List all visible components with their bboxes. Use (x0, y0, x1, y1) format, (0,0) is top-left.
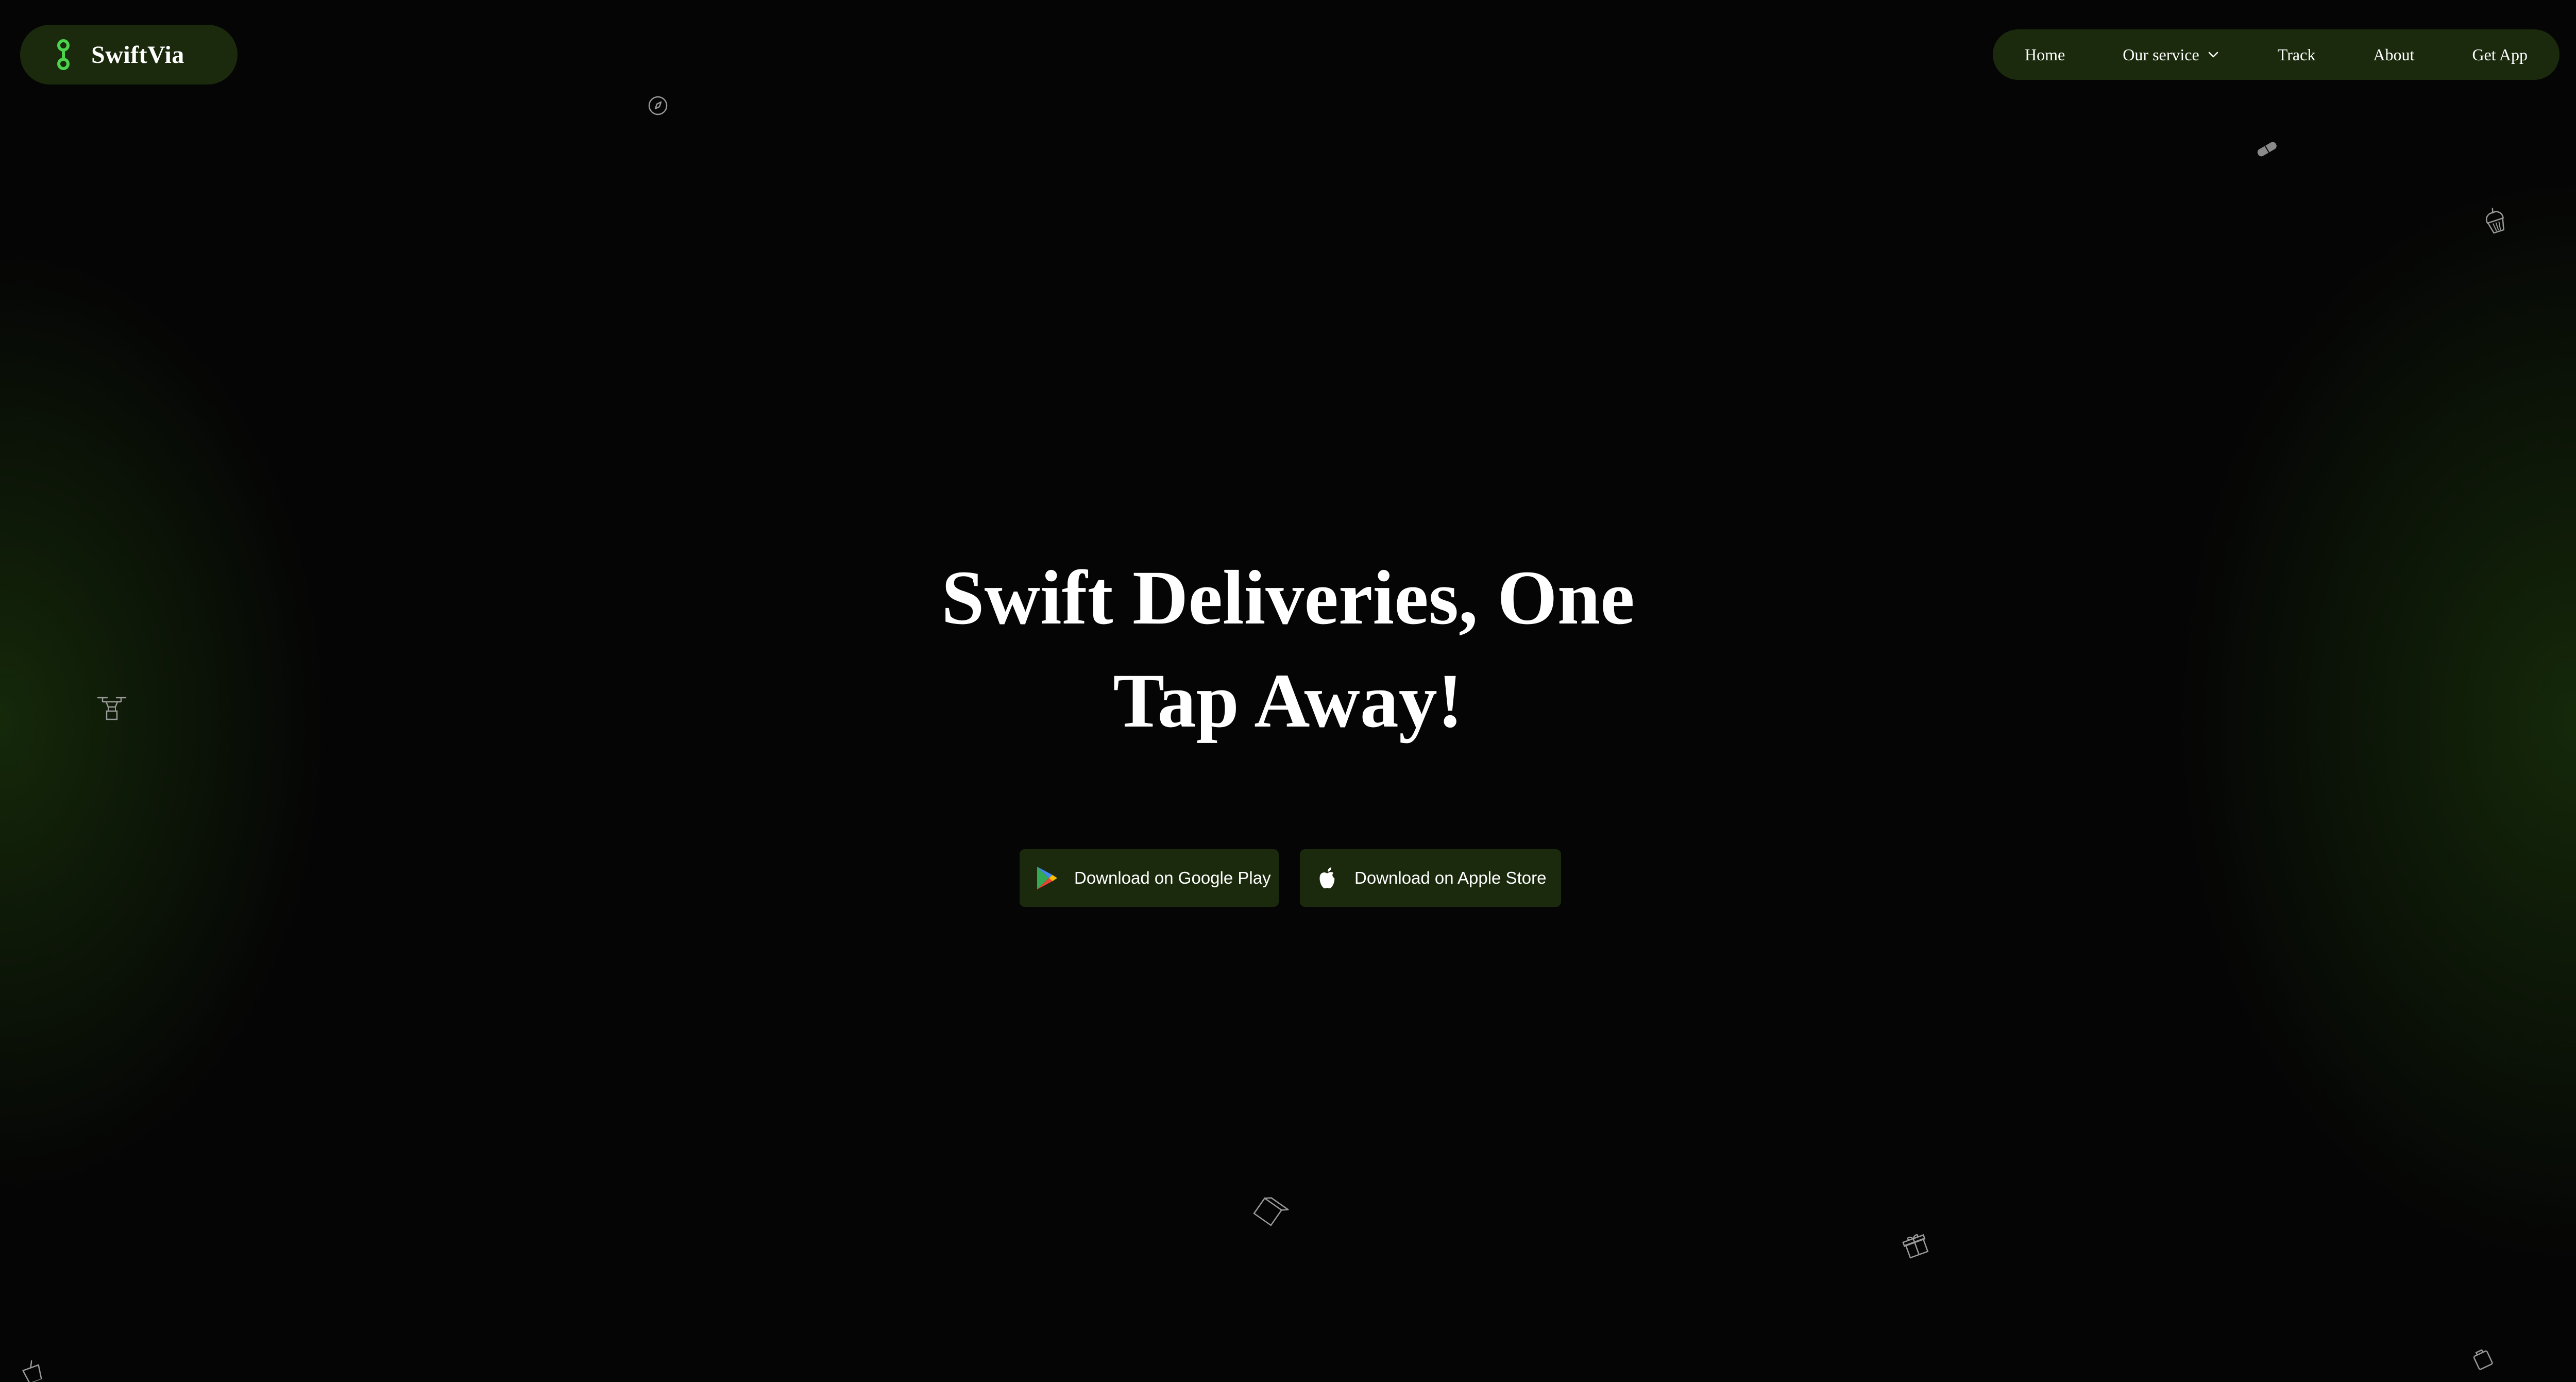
brand-logo-link[interactable]: SwiftVia (20, 25, 238, 85)
google-play-download-button[interactable]: Download on Google Play (1020, 849, 1279, 907)
hero-title-line-1: Swift Deliveries, One (941, 555, 1635, 641)
google-play-button-label: Download on Google Play (1074, 868, 1271, 887)
cup-icon (18, 1360, 46, 1382)
hero-title: Swift Deliveries, One Tap Away! (773, 546, 1803, 752)
apple-store-button-label: Download on Apple Store (1354, 868, 1547, 887)
bag-icon (2468, 1344, 2497, 1373)
cupcake-icon (2481, 205, 2510, 238)
nav-item-label: About (2373, 45, 2415, 64)
nav-item-label: Our service (2123, 45, 2199, 64)
brand-name: SwiftVia (91, 41, 184, 69)
pill-icon (2253, 137, 2280, 161)
apple-icon (1319, 867, 1335, 888)
apple-store-download-button[interactable]: Download on Apple Store (1300, 849, 1561, 907)
drone-icon (94, 693, 130, 726)
hero-title-line-2: Tap Away! (1113, 658, 1463, 744)
gift-icon (1900, 1229, 1931, 1260)
chevron-down-icon (2208, 52, 2218, 58)
nav-item-get-app[interactable]: Get App (2472, 45, 2528, 64)
main-nav: Home Our service Track About Get App (1993, 29, 2560, 80)
nav-item-our-service[interactable]: Our service (2123, 45, 2219, 64)
nav-item-about[interactable]: About (2373, 45, 2414, 64)
nav-item-label: Home (2025, 45, 2065, 64)
package-icon (1249, 1193, 1289, 1232)
compass-icon (645, 93, 671, 119)
logo-mark-icon (57, 39, 70, 70)
nav-item-label: Get App (2472, 45, 2528, 64)
nav-item-track[interactable]: Track (2278, 45, 2315, 64)
nav-item-label: Track (2277, 45, 2316, 64)
google-play-icon (1037, 867, 1057, 889)
nav-item-home[interactable]: Home (2025, 45, 2065, 64)
